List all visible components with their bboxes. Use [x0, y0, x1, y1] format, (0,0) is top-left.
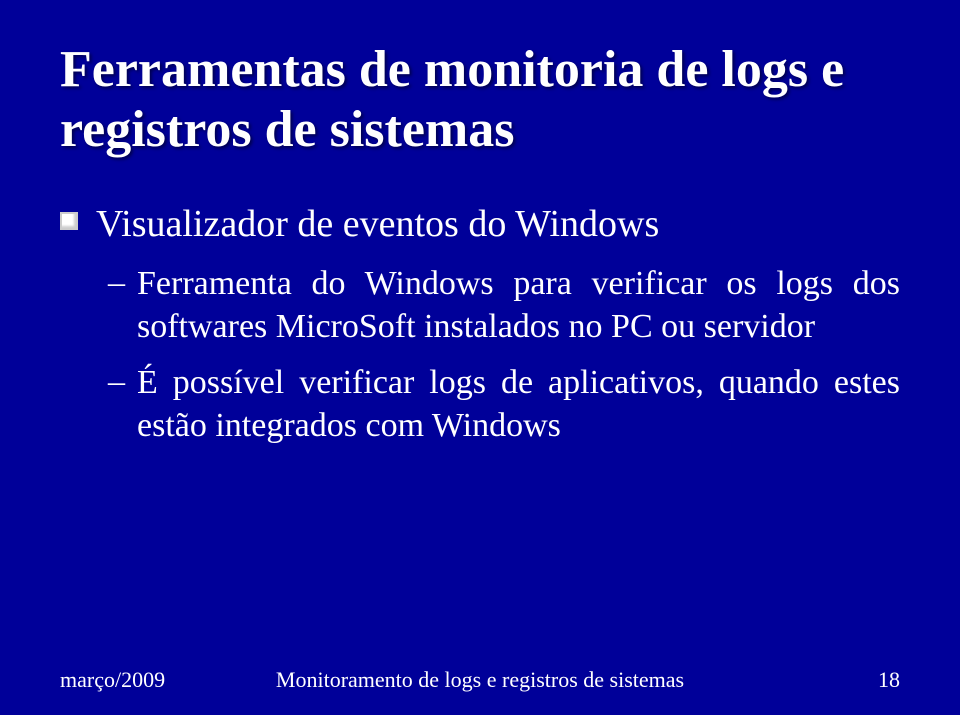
dash-icon: –	[108, 362, 125, 403]
bullet-level-2: – É possível verificar logs de aplicativ…	[108, 362, 900, 447]
slide: Ferramentas de monitoria de logs e regis…	[0, 0, 960, 715]
slide-content: Visualizador de eventos do Windows – Fer…	[60, 202, 900, 448]
slide-title: Ferramentas de monitoria de logs e regis…	[60, 40, 900, 160]
footer-date: março/2009	[60, 667, 165, 693]
sub-bullet-2-text: É possível verificar logs de aplicativos…	[137, 362, 900, 447]
bullet-level-2: – Ferramenta do Windows para verificar o…	[108, 263, 900, 348]
footer-title: Monitoramento de logs e registros de sis…	[276, 667, 684, 693]
footer-page: 18	[878, 667, 900, 693]
bullet-level-1: Visualizador de eventos do Windows	[60, 202, 900, 248]
bullet-1-text: Visualizador de eventos do Windows	[96, 202, 659, 248]
slide-footer: março/2009 Monitoramento de logs e regis…	[60, 667, 900, 693]
bullet-square-icon	[60, 212, 78, 230]
dash-icon: –	[108, 263, 125, 304]
footer-title-text: Monitoramento de logs e registros de sis…	[276, 667, 684, 692]
sub-bullet-1-text: Ferramenta do Windows para verificar os …	[137, 263, 900, 348]
